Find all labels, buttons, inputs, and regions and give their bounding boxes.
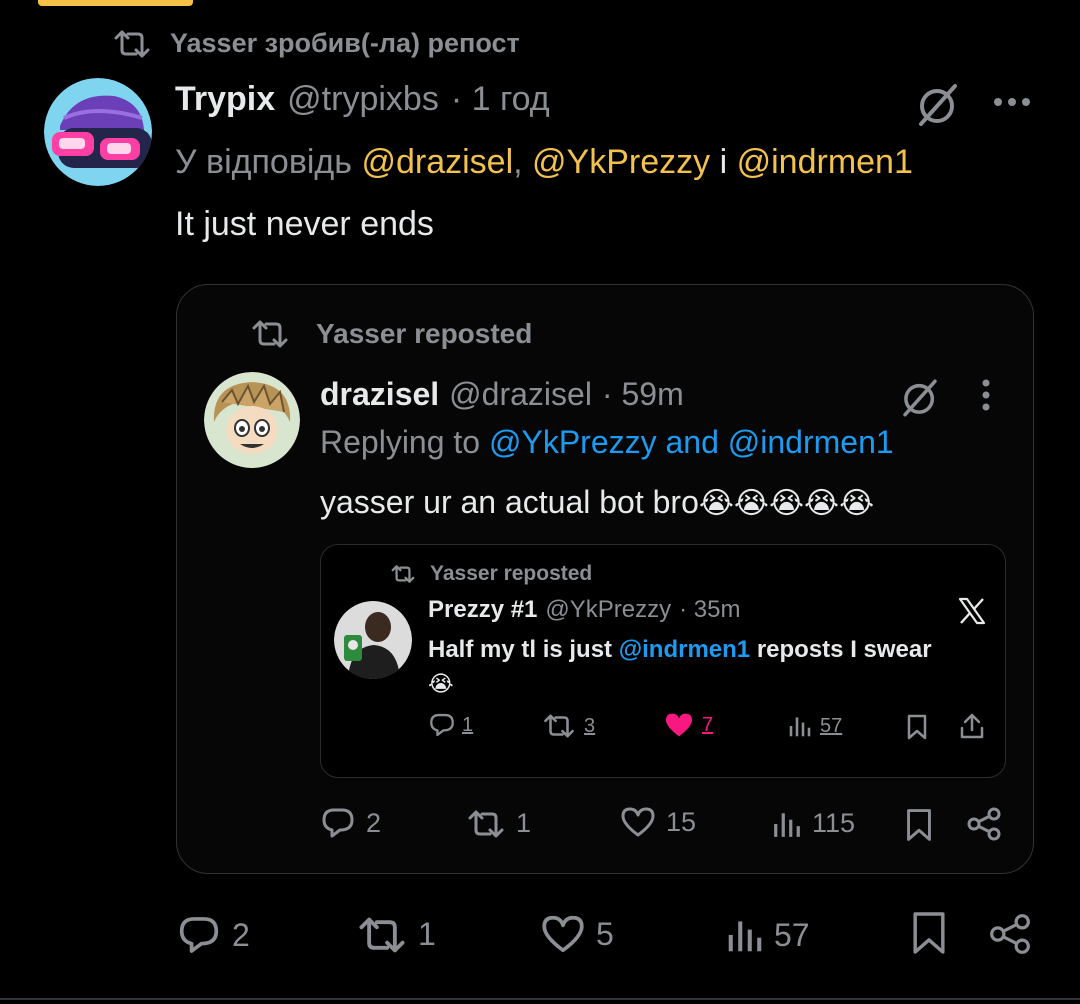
repost-icon: [250, 320, 290, 348]
views-icon: [772, 809, 802, 839]
avatar[interactable]: [44, 78, 152, 186]
views-icon: [788, 714, 812, 738]
heart-icon: [620, 806, 656, 838]
mention-link[interactable]: @YkPrezzy and @indrmen1: [489, 424, 894, 460]
quote-repost-button[interactable]: 1: [466, 808, 531, 839]
quote-repost-row: Yasser reposted: [250, 318, 532, 350]
handle[interactable]: @YkPrezzy: [545, 596, 671, 624]
like-count: 5: [596, 915, 614, 952]
timestamp[interactable]: · 1 год: [451, 80, 550, 119]
outer-header: Trypix @trypixbs · 1 год: [175, 80, 550, 119]
outer-repost-row: Yasser зробив(-ла) репост: [112, 28, 520, 59]
handle[interactable]: @drazisel: [449, 376, 592, 413]
handle[interactable]: @trypixbs: [287, 80, 439, 119]
crying-emoji-icon: 😭: [428, 671, 454, 696]
reply-icon: [320, 806, 356, 840]
more-options-icon[interactable]: [992, 95, 1032, 109]
like-button[interactable]: 5: [540, 914, 614, 954]
heart-icon: [664, 712, 694, 738]
like-count: 7: [702, 713, 714, 736]
crying-emoji-icon: 😭😭😭😭😭: [698, 487, 875, 520]
nested-body: Half my tl is just: [428, 636, 613, 663]
display-name[interactable]: Prezzy #1: [428, 596, 537, 624]
display-name[interactable]: Trypix: [175, 80, 275, 119]
reply-icon: [176, 914, 222, 956]
repost-label: Yasser зробив(-ла) репост: [170, 28, 520, 58]
nested-repost-button[interactable]: 3: [542, 714, 595, 738]
repost-count: 1: [418, 916, 436, 952]
quote-body: yasser ur an actual bot bro: [320, 484, 699, 520]
nested-body: reposts I swear: [756, 636, 932, 663]
x-logo-icon: [958, 597, 986, 625]
grok-icon[interactable]: [913, 80, 963, 130]
bookmark-icon[interactable]: [906, 714, 928, 740]
reply-button[interactable]: 2: [176, 914, 250, 956]
quote-reply-button[interactable]: 2: [320, 806, 381, 840]
grok-icon[interactable]: [898, 376, 942, 420]
reply-count: 2: [366, 807, 382, 838]
reply-separator: ,: [513, 143, 523, 181]
nested-avatar[interactable]: [334, 601, 412, 679]
quote-like-button[interactable]: 15: [620, 806, 696, 838]
nested-text: Half my tl is just @indrmen1 reposts I s…: [428, 633, 988, 701]
tweet-text: It just never ends: [175, 205, 434, 243]
nested-views-button[interactable]: 57: [788, 714, 842, 738]
bookmark-icon[interactable]: [910, 910, 948, 956]
share-icon[interactable]: [966, 806, 1002, 842]
repost-count: 1: [516, 808, 532, 838]
quote-avatar[interactable]: [204, 372, 300, 468]
heart-icon: [540, 914, 586, 954]
repost-icon: [542, 714, 576, 738]
timestamp[interactable]: · 35m: [679, 596, 740, 624]
repost-icon: [356, 917, 408, 953]
like-count: 15: [666, 806, 697, 837]
quote-header: drazisel @drazisel · 59m: [320, 376, 684, 413]
quote-views-button[interactable]: 115: [772, 808, 855, 839]
nested-repost-row: Yasser reposted: [390, 562, 592, 586]
more-options-icon[interactable]: [980, 378, 992, 412]
nested-like-button[interactable]: 7: [664, 712, 713, 738]
nested-header: Prezzy #1 @YkPrezzy · 35m: [428, 596, 740, 624]
views-icon: [726, 916, 764, 954]
reply-prefix: Replying to: [320, 424, 481, 460]
mention-link[interactable]: @drazisel: [361, 143, 513, 181]
top-accent-bar: [38, 0, 193, 6]
repost-icon: [390, 565, 416, 583]
mention-link[interactable]: @YkPrezzy: [532, 143, 710, 181]
nested-reply-button[interactable]: 1: [428, 712, 473, 738]
views-count: 57: [820, 714, 843, 737]
reply-context: У відповідь @drazisel, @YkPrezzy і @indr…: [175, 143, 913, 182]
views-button[interactable]: 57: [726, 916, 810, 954]
quote-text: yasser ur an actual bot bro😭😭😭😭😭: [320, 484, 874, 521]
mention-link[interactable]: @indrmen1: [619, 636, 750, 663]
bookmark-icon[interactable]: [904, 808, 934, 842]
reply-separator: і: [719, 143, 728, 181]
reply-count: 1: [462, 713, 474, 736]
timestamp[interactable]: · 59m: [602, 376, 684, 413]
repost-label: Yasser reposted: [316, 318, 533, 349]
display-name[interactable]: drazisel: [320, 376, 439, 413]
mention-link[interactable]: @indrmen1: [737, 143, 913, 181]
repost-label: Yasser reposted: [430, 562, 593, 585]
repost-icon: [112, 30, 152, 58]
reply-context: Replying to @YkPrezzy and @indrmen1: [320, 424, 894, 461]
repost-count: 3: [584, 714, 596, 737]
reply-prefix: У відповідь: [175, 143, 352, 181]
repost-button[interactable]: 1: [356, 916, 436, 953]
divider: [0, 998, 1080, 1000]
reply-icon: [428, 712, 456, 738]
repost-icon: [466, 810, 506, 838]
reply-count: 2: [232, 916, 250, 953]
views-count: 115: [812, 808, 856, 838]
share-icon[interactable]: [988, 912, 1032, 956]
share-icon[interactable]: [958, 712, 986, 740]
views-count: 57: [774, 916, 810, 953]
